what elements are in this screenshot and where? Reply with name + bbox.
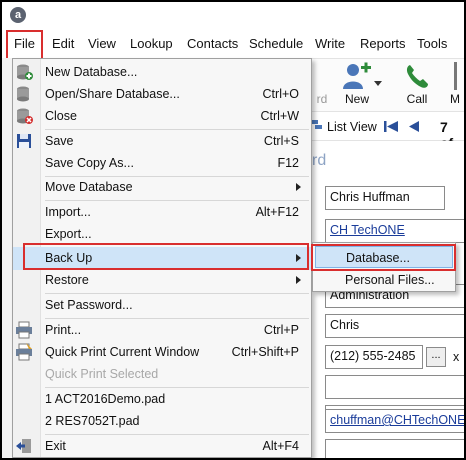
menu-item-save[interactable]: Save Ctrl+S (13, 130, 311, 153)
first-record-icon[interactable] (383, 120, 399, 133)
menu-item-move-database[interactable]: Move Database (13, 176, 311, 199)
menu-item-exit[interactable]: Exit Alt+F4 (13, 435, 311, 458)
app-window: a File Edit View Lookup Contacts Schedul… (0, 0, 466, 460)
phone-extension-label: x (453, 350, 460, 364)
menu-item-set-password[interactable]: Set Password... (13, 294, 311, 317)
list-view-icon[interactable] (311, 119, 323, 133)
menu-tools[interactable]: Tools (417, 36, 447, 51)
menu-lookup[interactable]: Lookup (130, 36, 173, 51)
left-sidebar (2, 58, 12, 458)
menu-item-new-database[interactable]: New Database... (13, 61, 311, 84)
menu-item-import[interactable]: Import... Alt+F12 (13, 201, 311, 224)
menu-contacts[interactable]: Contacts (187, 36, 238, 51)
menu-item-recent-file-1[interactable]: 1 ACT2016Demo.pad (13, 388, 311, 411)
submenu-arrow-icon (296, 183, 301, 191)
menu-item-print[interactable]: Print... Ctrl+P (13, 319, 311, 342)
menu-item-close[interactable]: Close Ctrl+W (13, 105, 311, 128)
phone-icon (406, 65, 428, 88)
email-field[interactable]: chuffman@CHTechONE (325, 409, 464, 433)
menu-reports[interactable]: Reports (360, 36, 406, 51)
contact-name-field[interactable]: Chris Huffman (325, 186, 445, 210)
submenu-item-personal-files[interactable]: Personal Files... (315, 269, 453, 291)
salutation-field[interactable]: Chris (325, 314, 464, 338)
printer-icon (16, 321, 32, 339)
menu-bar: File Edit View Lookup Contacts Schedule … (2, 30, 464, 58)
database-highlight (311, 244, 456, 271)
more-toolbar-button[interactable]: M (444, 62, 464, 106)
menu-item-open-share-database[interactable]: Open/Share Database... Ctrl+O (13, 83, 311, 106)
menu-item-quick-print-current-window[interactable]: Quick Print Current Window Ctrl+Shift+P (13, 341, 311, 364)
phone-field[interactable]: (212) 555-2485 (325, 345, 423, 369)
add-contact-icon (343, 62, 381, 89)
menu-schedule[interactable]: Schedule (249, 36, 303, 51)
close-database-icon (17, 108, 33, 124)
file-menu-highlight (6, 30, 43, 60)
menu-view[interactable]: View (88, 36, 116, 51)
new-database-icon (17, 64, 33, 80)
exit-door-icon (16, 439, 31, 453)
form-heading: rd (312, 152, 327, 169)
open-database-icon (17, 86, 29, 102)
previous-record-icon[interactable] (407, 120, 420, 133)
new-button[interactable]: New (335, 62, 381, 106)
mobile-field[interactable] (325, 375, 464, 399)
company-field[interactable]: CH TechONE (325, 219, 464, 243)
new-dropdown-chevron-icon[interactable] (374, 81, 382, 86)
phone-options-button[interactable]: ... (426, 347, 446, 367)
web-site-field[interactable] (325, 439, 464, 458)
menu-item-recent-file-2[interactable]: 2 RES7052T.pad (13, 410, 311, 433)
menu-write[interactable]: Write (315, 36, 345, 51)
menu-item-quick-print-selected: Quick Print Selected (45, 367, 159, 381)
call-button[interactable]: Call (399, 62, 435, 106)
list-view-label[interactable]: List View (327, 120, 377, 134)
submenu-arrow-icon (296, 276, 301, 284)
save-disk-icon (17, 134, 31, 148)
act-logo-icon: a (10, 7, 26, 23)
menu-item-restore[interactable]: Restore (13, 269, 311, 292)
menu-item-save-copy-as[interactable]: Save Copy As... F12 (13, 152, 311, 175)
menu-edit[interactable]: Edit (52, 36, 74, 51)
back-up-highlight (23, 243, 309, 270)
quick-print-icon (16, 343, 32, 361)
title-bar: a (2, 2, 464, 30)
